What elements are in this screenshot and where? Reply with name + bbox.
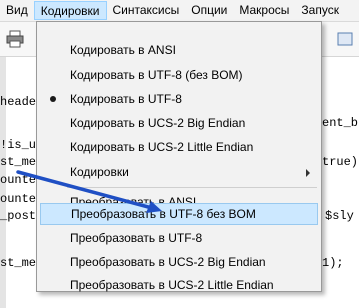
encoding-menu: Кодировать в ANSI Кодировать в UTF-8 (бе…: [36, 21, 322, 292]
menu-item-convert-ucs2-le[interactable]: Преобразовать в UCS-2 Little Endian: [40, 274, 318, 296]
menu-item-label: Преобразовать в UTF-8 без BOM: [71, 207, 256, 221]
menu-item-convert-utf8[interactable]: Преобразовать в UTF-8: [40, 227, 318, 249]
menu-encoding[interactable]: Кодировки: [33, 1, 107, 20]
code-fragment: $sly: [325, 209, 354, 223]
radio-bullet-icon: [50, 96, 56, 102]
menu-item-encode-utf8-no-bom[interactable]: Кодировать в UTF-8 (без BOM): [40, 64, 318, 86]
menu-item-encodings-submenu[interactable]: Кодировки: [40, 161, 318, 183]
menu-item-convert-ucs2-be[interactable]: Преобразовать в UCS-2 Big Endian: [40, 251, 318, 273]
menu-item-label: Кодировать в UCS-2 Big Endian: [70, 116, 246, 130]
menu-item-label: Преобразовать в UTF-8: [70, 231, 203, 245]
menu-item-label: Преобразовать в UCS-2 Big Endian: [70, 255, 266, 269]
code-line: ounte: [0, 173, 37, 187]
menu-item-label: Кодировать в UCS-2 Little Endian: [70, 140, 254, 154]
menu-view[interactable]: Вид: [0, 1, 34, 20]
menu-item-encode-ansi[interactable]: Кодировать в ANSI: [40, 39, 318, 61]
menu-macros[interactable]: Макросы: [233, 1, 295, 20]
code-line: !is_u: [0, 138, 37, 152]
menu-run[interactable]: Запуск: [295, 1, 345, 20]
code-line: _post: [0, 209, 37, 223]
code-fragment: true): [322, 155, 359, 169]
menu-syntax[interactable]: Синтаксисы: [107, 1, 186, 20]
code-line: st_me: [0, 155, 37, 169]
menu-item-label: Кодировать в ANSI: [70, 43, 176, 57]
menu-item-label: Преобразовать в UCS-2 Little Endian: [70, 278, 274, 292]
toolbar-icon[interactable]: [336, 30, 354, 48]
code-line: st_me: [0, 256, 37, 270]
code-line: heade: [0, 95, 37, 109]
menu-item-convert-utf8-no-bom[interactable]: Преобразовать в UTF-8 без BOM: [40, 203, 318, 225]
menu-item-label: Кодировать в UTF-8: [70, 92, 182, 106]
code-line: ounte: [0, 192, 37, 206]
menu-item-label: Кодировки: [70, 165, 129, 179]
menu-options[interactable]: Опции: [185, 1, 233, 20]
submenu-arrow-icon: [306, 169, 310, 177]
menu-item-label: Кодировать в UTF-8 (без BOM): [70, 68, 243, 82]
menu-item-encode-ucs2-le[interactable]: Кодировать в UCS-2 Little Endian: [40, 136, 318, 158]
code-fragment: ent_b: [322, 116, 359, 130]
menu-separator: [67, 187, 317, 188]
code-fragment: 1);: [322, 256, 344, 270]
print-icon[interactable]: [6, 30, 24, 48]
menu-bar: Вид Кодировки Синтаксисы Опции Макросы З…: [0, 0, 359, 22]
menu-item-encode-ucs2-be[interactable]: Кодировать в UCS-2 Big Endian: [40, 112, 318, 134]
menu-item-encode-utf8[interactable]: Кодировать в UTF-8: [40, 88, 318, 110]
